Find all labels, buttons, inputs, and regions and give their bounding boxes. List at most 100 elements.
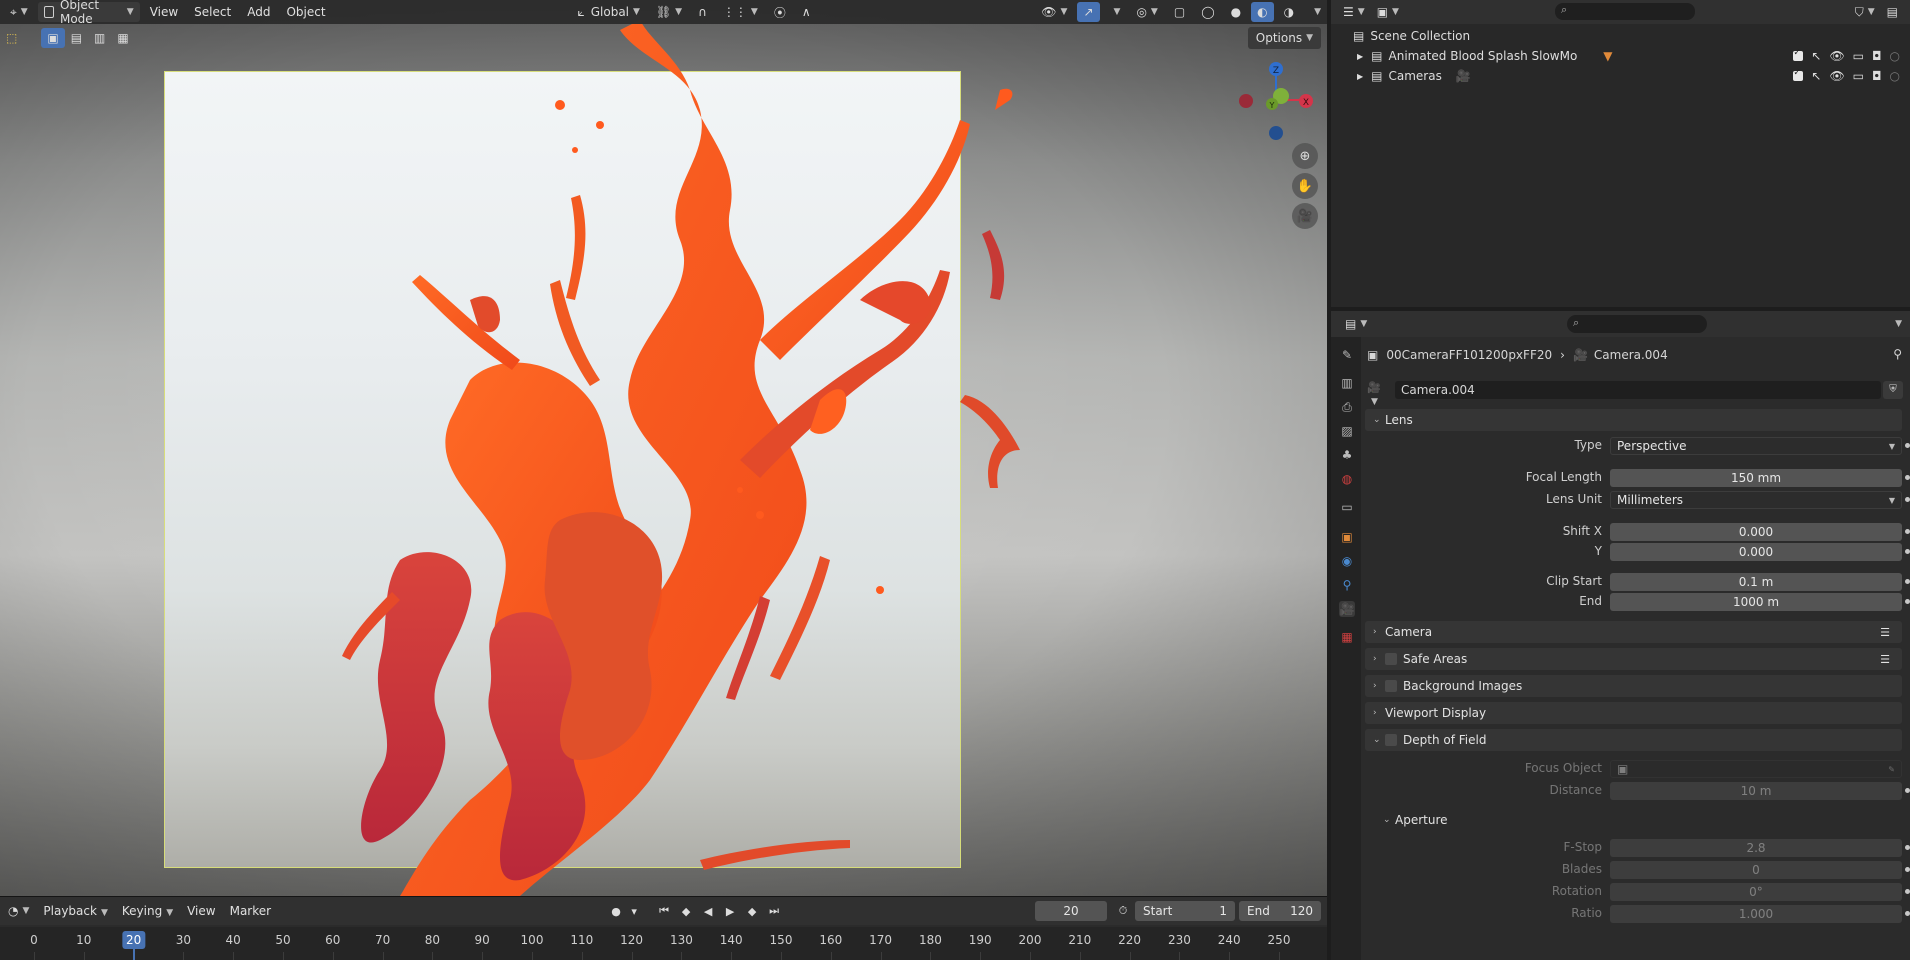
select-box-tool-icon[interactable]: ⬚ (0, 28, 23, 48)
holdout-icon[interactable]: ○ (1890, 49, 1900, 63)
physics-tab-icon[interactable]: ◉ (1339, 553, 1355, 569)
gizmo-dropdown-icon[interactable]: ▼ (1104, 2, 1127, 22)
auto-keying-icon[interactable]: ● (606, 901, 626, 921)
start-frame-field[interactable]: Start 1 (1135, 901, 1235, 921)
output-tab-icon[interactable]: ⎙ (1339, 399, 1355, 415)
holdout-icon[interactable]: ○ (1890, 69, 1900, 83)
animate-dot-icon[interactable] (1905, 599, 1910, 604)
menu-add[interactable]: Add (241, 5, 276, 19)
overlays-icon[interactable]: ◎ ▼ (1130, 2, 1163, 22)
background-images-panel-header[interactable]: › Background Images (1365, 675, 1902, 697)
navigation-gizmo[interactable]: Z Y X (1236, 58, 1316, 146)
depth-of-field-checkbox[interactable] (1385, 734, 1397, 746)
shift-x-field[interactable]: 0.000 (1610, 523, 1902, 541)
shading-dropdown-icon[interactable]: ▼ (1304, 2, 1327, 22)
current-frame-field[interactable]: 20 (1035, 901, 1107, 921)
options-dropdown-icon[interactable]: ▼ (1895, 319, 1902, 329)
timeline-ruler[interactable]: 0 10 20 30 40 50 60 70 80 90 100 110 120 130 140 150 160… (0, 927, 1327, 960)
focal-length-field[interactable]: 150 mm (1610, 469, 1902, 487)
properties-search-input[interactable]: ⌕ (1567, 315, 1707, 333)
transform-orientation-dropdown[interactable]: ⟀ Global ▼ (572, 2, 646, 22)
visibility-filter-icon[interactable]: 👁 ▼ (1035, 2, 1073, 22)
pivot-point-icon[interactable]: ⛓ ▼ (650, 2, 688, 22)
background-images-checkbox[interactable] (1385, 680, 1397, 692)
datablock-selector[interactable]: 🎥▼ (1367, 381, 1391, 407)
render-camera-icon[interactable]: ◘ (1872, 49, 1882, 63)
animate-dot-icon[interactable] (1905, 443, 1910, 448)
object-tab-icon[interactable]: ▣ (1339, 529, 1355, 545)
snap-target-icon[interactable]: ⋮⋮ ▼ (717, 2, 764, 22)
animate-dot-icon[interactable] (1905, 889, 1910, 894)
animate-dot-icon[interactable] (1905, 867, 1910, 872)
render-camera-icon[interactable]: ◘ (1872, 69, 1882, 83)
eyedropper-icon[interactable]: ✎ (1888, 765, 1895, 774)
animate-dot-icon[interactable] (1905, 788, 1910, 793)
tool-tab-icon[interactable]: ✎ (1339, 347, 1355, 363)
editor-type-button[interactable]: ⌖ ▼ (4, 2, 34, 22)
gizmo-toggle-icon[interactable]: ↗ (1077, 2, 1100, 22)
world-tab-icon[interactable]: ◍ (1339, 471, 1355, 487)
focus-object-field[interactable]: ▣ ✎ (1610, 760, 1902, 778)
outliner-item-cameras[interactable]: ▶ ▤ Cameras 🎥 ↖ 👁 ▭ ◘ ○ (1331, 66, 1910, 86)
camera-panel-header[interactable]: › Camera ☰ (1365, 621, 1902, 643)
selectable-icon[interactable]: ↖ (1811, 49, 1821, 63)
menu-select[interactable]: Select (188, 5, 237, 19)
animate-dot-icon[interactable] (1905, 549, 1910, 554)
constraints-tab-icon[interactable]: ⚲ (1339, 577, 1355, 593)
select-extend-icon[interactable]: ▤ (65, 28, 88, 48)
render-tab-icon[interactable]: ▥ (1339, 375, 1355, 391)
proportional-editing-icon[interactable]: ⦿ (768, 2, 792, 22)
lens-unit-dropdown[interactable]: Millimeters ▼ (1610, 491, 1902, 509)
end-frame-field[interactable]: End 120 (1239, 901, 1321, 921)
select-new-icon[interactable]: ▣ (41, 28, 65, 48)
clip-end-field[interactable]: 1000 m (1610, 593, 1902, 611)
scene-tab-icon[interactable]: ♣ (1339, 447, 1355, 463)
next-keyframe-icon[interactable]: ◆ (742, 901, 762, 921)
select-subtract-icon[interactable]: ▥ (88, 28, 111, 48)
clip-start-field[interactable]: 0.1 m (1610, 573, 1902, 591)
zoom-icon[interactable]: ⊕ (1292, 143, 1318, 169)
datablock-name-field[interactable]: Camera.004 (1395, 381, 1881, 399)
wireframe-shading-icon[interactable]: ◯ (1195, 2, 1220, 22)
animate-dot-icon[interactable] (1905, 529, 1910, 534)
lens-type-dropdown[interactable]: Perspective ▼ (1610, 437, 1902, 455)
falloff-icon[interactable]: ∧ (796, 2, 817, 22)
filter-icon[interactable]: ⛉ ▼ (1849, 2, 1881, 22)
menu-view[interactable]: View (144, 5, 184, 19)
camera-data-tab-icon[interactable]: 🎥 (1339, 601, 1355, 617)
jump-end-icon[interactable]: ⏭ (764, 901, 784, 921)
properties-editor-type-icon[interactable]: ▤ ▼ (1339, 314, 1373, 334)
material-preview-icon[interactable]: ◐ (1251, 2, 1274, 22)
timeline-editor[interactable]: ◔ ▼ Playback ▼ Keying ▼ View Marker ● ▾ ⏮ ◆… (0, 896, 1327, 960)
shift-y-field[interactable]: 0.000 (1610, 543, 1902, 561)
display-mode-icon[interactable]: ▣ ▼ (1371, 2, 1405, 22)
eye-icon[interactable]: 👁 (1829, 49, 1844, 63)
play-reverse-icon[interactable]: ◀ (698, 901, 718, 921)
prev-keyframe-icon[interactable]: ◆ (676, 901, 696, 921)
monitor-icon[interactable]: ▭ (1853, 69, 1864, 83)
texture-tab-icon[interactable]: ▦ (1339, 629, 1355, 645)
rotation-field[interactable]: 0° (1610, 883, 1902, 901)
lens-panel-header[interactable]: ⌄ Lens (1365, 409, 1902, 431)
expand-arrow-icon[interactable]: ▶ (1357, 52, 1363, 61)
options-dropdown[interactable]: Options ▼ (1247, 27, 1321, 49)
presets-list-icon[interactable]: ☰ (1880, 626, 1890, 639)
menu-keying[interactable]: Keying ▼ (116, 904, 179, 918)
animate-dot-icon[interactable] (1905, 579, 1910, 584)
blades-field[interactable]: 0 (1610, 861, 1902, 879)
pin-icon[interactable]: ⚲ (1893, 347, 1902, 361)
distance-field[interactable]: 10 m (1610, 782, 1902, 800)
xray-icon[interactable]: ▢ (1168, 2, 1191, 22)
depth-of-field-panel-header[interactable]: ⌄ Depth of Field (1365, 729, 1902, 751)
exclude-checkbox[interactable] (1793, 48, 1804, 61)
aperture-subpanel-header[interactable]: ⌄ Aperture (1375, 809, 1902, 831)
snap-icon[interactable]: ∩ (692, 2, 713, 22)
presets-list-icon[interactable]: ☰ (1880, 653, 1890, 666)
outliner-search-input[interactable]: ⌕ (1555, 3, 1695, 20)
outliner-editor-type-icon[interactable]: ☰ ▼ (1337, 2, 1371, 22)
monitor-icon[interactable]: ▭ (1853, 49, 1864, 63)
pan-hand-icon[interactable]: ✋ (1292, 173, 1318, 199)
outliner-scene-collection[interactable]: ▤ Scene Collection (1331, 26, 1910, 46)
menu-marker[interactable]: Marker (224, 904, 277, 918)
outliner-editor[interactable]: ☰ ▼ ▣ ▼ ⛉ ▼ ▤ ⌕ ▤ Scene Collection ▶ ▤ Anim… (1331, 0, 1910, 307)
